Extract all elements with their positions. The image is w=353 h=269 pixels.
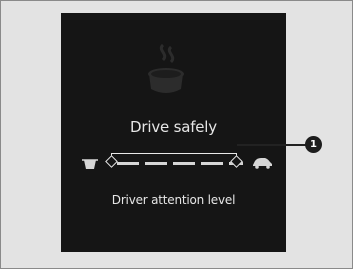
- driver-attention-caption: Driver attention level: [111, 193, 236, 207]
- coffee-cup-icon: [148, 43, 184, 93]
- callout-leader-line: [237, 144, 307, 146]
- cup-icon: [82, 159, 98, 169]
- illustration-frame: Drive safely Driver attention level 1: [0, 0, 353, 269]
- level-segment: [145, 162, 167, 165]
- attention-level-bar: [61, 143, 286, 183]
- range-start-marker: [105, 155, 118, 168]
- level-segment: [201, 162, 223, 165]
- callout-number-badge: 1: [305, 136, 322, 153]
- car-icon: [253, 158, 272, 169]
- level-segment: [117, 162, 139, 165]
- drive-safely-title: Drive safely: [130, 118, 217, 136]
- level-segment: [173, 162, 195, 165]
- instrument-display: Drive safely Driver attention level: [61, 13, 286, 252]
- range-end-marker: [230, 155, 243, 168]
- level-range-bracket: [111, 153, 237, 157]
